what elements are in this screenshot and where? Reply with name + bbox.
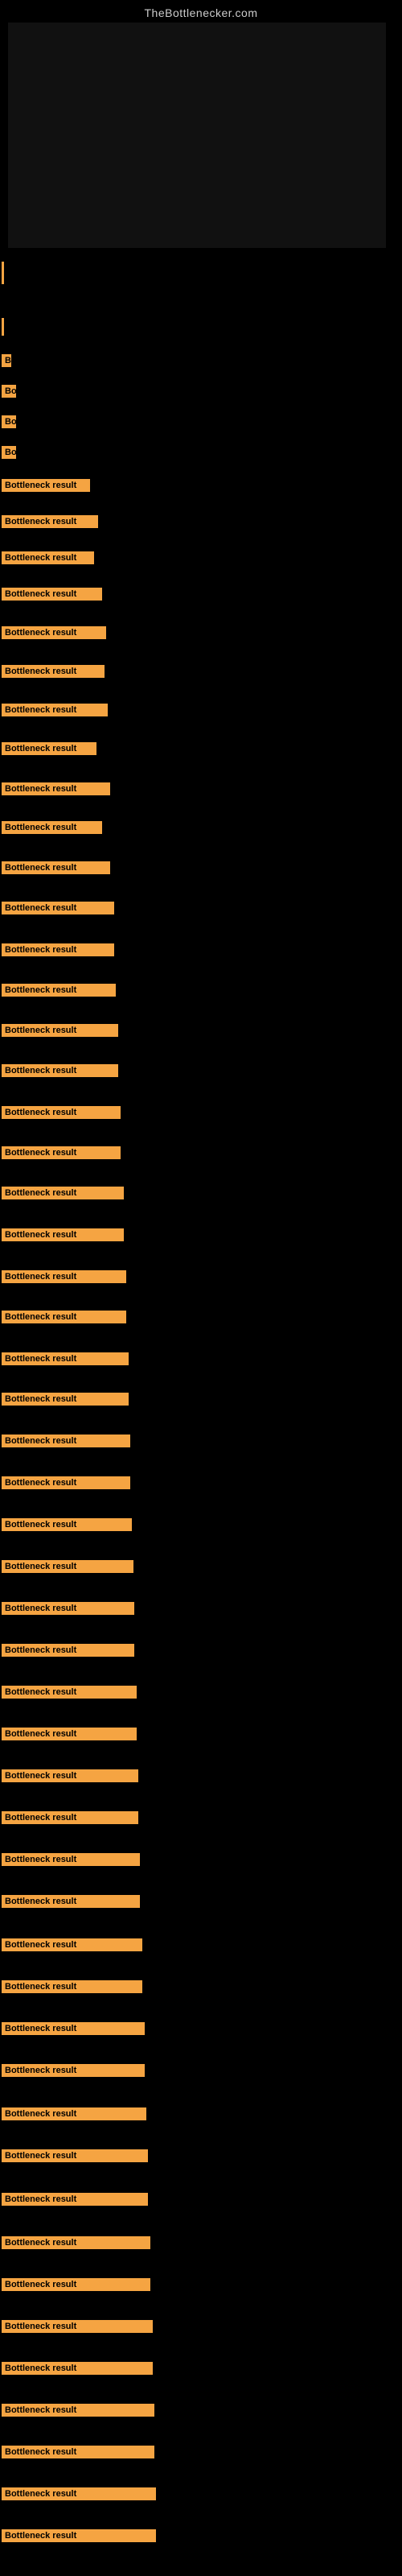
result-item-41: Bottleneck result <box>2 1853 140 1870</box>
result-item-35: Bottleneck result <box>2 1602 134 1619</box>
result-item-30: Bottleneck result <box>2 1393 129 1410</box>
main-graphic-area <box>8 23 386 248</box>
result-item-44: Bottleneck result <box>2 1980 142 1997</box>
result-item-24: Bottleneck result <box>2 1146 121 1163</box>
result-item-17: Bottleneck result <box>2 861 110 878</box>
result-item-49: Bottleneck result <box>2 2193 148 2210</box>
result-item-20: Bottleneck result <box>2 984 116 1001</box>
result-item-47: Bottleneck result <box>2 2107 146 2124</box>
result-item-51: Bottleneck result <box>2 2278 150 2295</box>
result-item-50: Bottleneck result <box>2 2236 150 2253</box>
result-item-57: Bottleneck result <box>2 2529 156 2546</box>
result-item-22: Bottleneck result <box>2 1064 118 1081</box>
result-item-27: Bottleneck result <box>2 1270 126 1287</box>
result-item-12: Bottleneck result <box>2 665 105 682</box>
result-item-8: Bottleneck result <box>2 515 98 532</box>
result-item-34: Bottleneck result <box>2 1560 133 1577</box>
result-item-b: B <box>2 354 11 371</box>
result-item-11: Bottleneck result <box>2 626 106 643</box>
result-item-39: Bottleneck result <box>2 1769 138 1786</box>
result-item-10: Bottleneck result <box>2 588 102 605</box>
result-item-28: Bottleneck result <box>2 1311 126 1327</box>
result-item-19: Bottleneck result <box>2 943 114 960</box>
result-item-53: Bottleneck result <box>2 2362 153 2379</box>
result-item-36: Bottleneck result <box>2 1644 134 1661</box>
result-item-16: Bottleneck result <box>2 821 102 838</box>
vertical-bar-2 <box>2 318 4 336</box>
result-item-31: Bottleneck result <box>2 1435 130 1451</box>
result-item-43: Bottleneck result <box>2 1938 142 1955</box>
result-item-48: Bottleneck result <box>2 2149 148 2166</box>
result-item-32: Bottleneck result <box>2 1476 130 1493</box>
result-item-25: Bottleneck result <box>2 1187 124 1203</box>
result-item-14: Bottleneck result <box>2 742 96 759</box>
result-item-bo-2: Bo <box>2 415 16 432</box>
result-item-56: Bottleneck result <box>2 2487 156 2504</box>
result-item-7: Bottleneck result <box>2 479 90 496</box>
result-item-45: Bottleneck result <box>2 2022 145 2039</box>
result-item-55: Bottleneck result <box>2 2446 154 2462</box>
result-item-54: Bottleneck result <box>2 2404 154 2421</box>
result-item-18: Bottleneck result <box>2 902 114 919</box>
result-item-21: Bottleneck result <box>2 1024 118 1041</box>
result-item-13: Bottleneck result <box>2 704 108 720</box>
result-item-9: Bottleneck result <box>2 551 94 568</box>
result-item-37: Bottleneck result <box>2 1686 137 1703</box>
result-item-46: Bottleneck result <box>2 2064 145 2081</box>
result-item-29: Bottleneck result <box>2 1352 129 1369</box>
result-item-40: Bottleneck result <box>2 1811 138 1828</box>
result-item-bo-3: Bo <box>2 446 16 463</box>
result-item-15: Bottleneck result <box>2 782 110 799</box>
result-item-38: Bottleneck result <box>2 1728 137 1744</box>
result-item-52: Bottleneck result <box>2 2320 153 2337</box>
result-item-26: Bottleneck result <box>2 1228 124 1245</box>
result-item-23: Bottleneck result <box>2 1106 121 1123</box>
result-item-42: Bottleneck result <box>2 1895 140 1912</box>
site-title: TheBottlenecker.com <box>0 0 402 19</box>
vertical-bar-1 <box>2 262 4 284</box>
result-item-33: Bottleneck result <box>2 1518 132 1535</box>
result-item-bo-1: Bo <box>2 385 16 402</box>
site-header: TheBottlenecker.com <box>0 0 402 19</box>
